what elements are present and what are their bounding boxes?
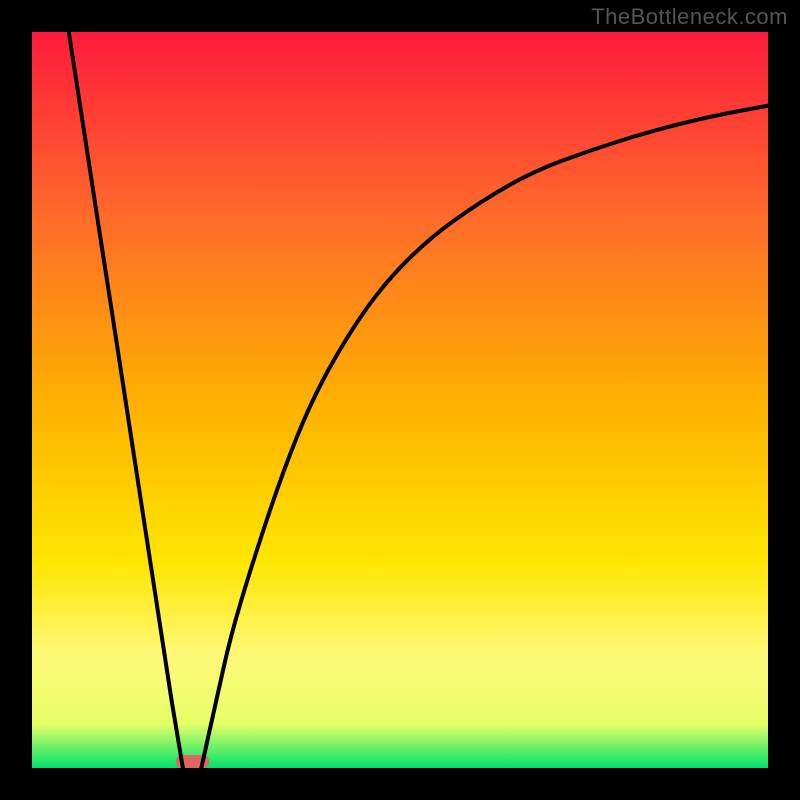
bottleneck-chart — [0, 0, 800, 800]
watermark-text: TheBottleneck.com — [591, 4, 788, 30]
chart-stage: TheBottleneck.com — [0, 0, 800, 800]
plot-background — [32, 32, 768, 768]
